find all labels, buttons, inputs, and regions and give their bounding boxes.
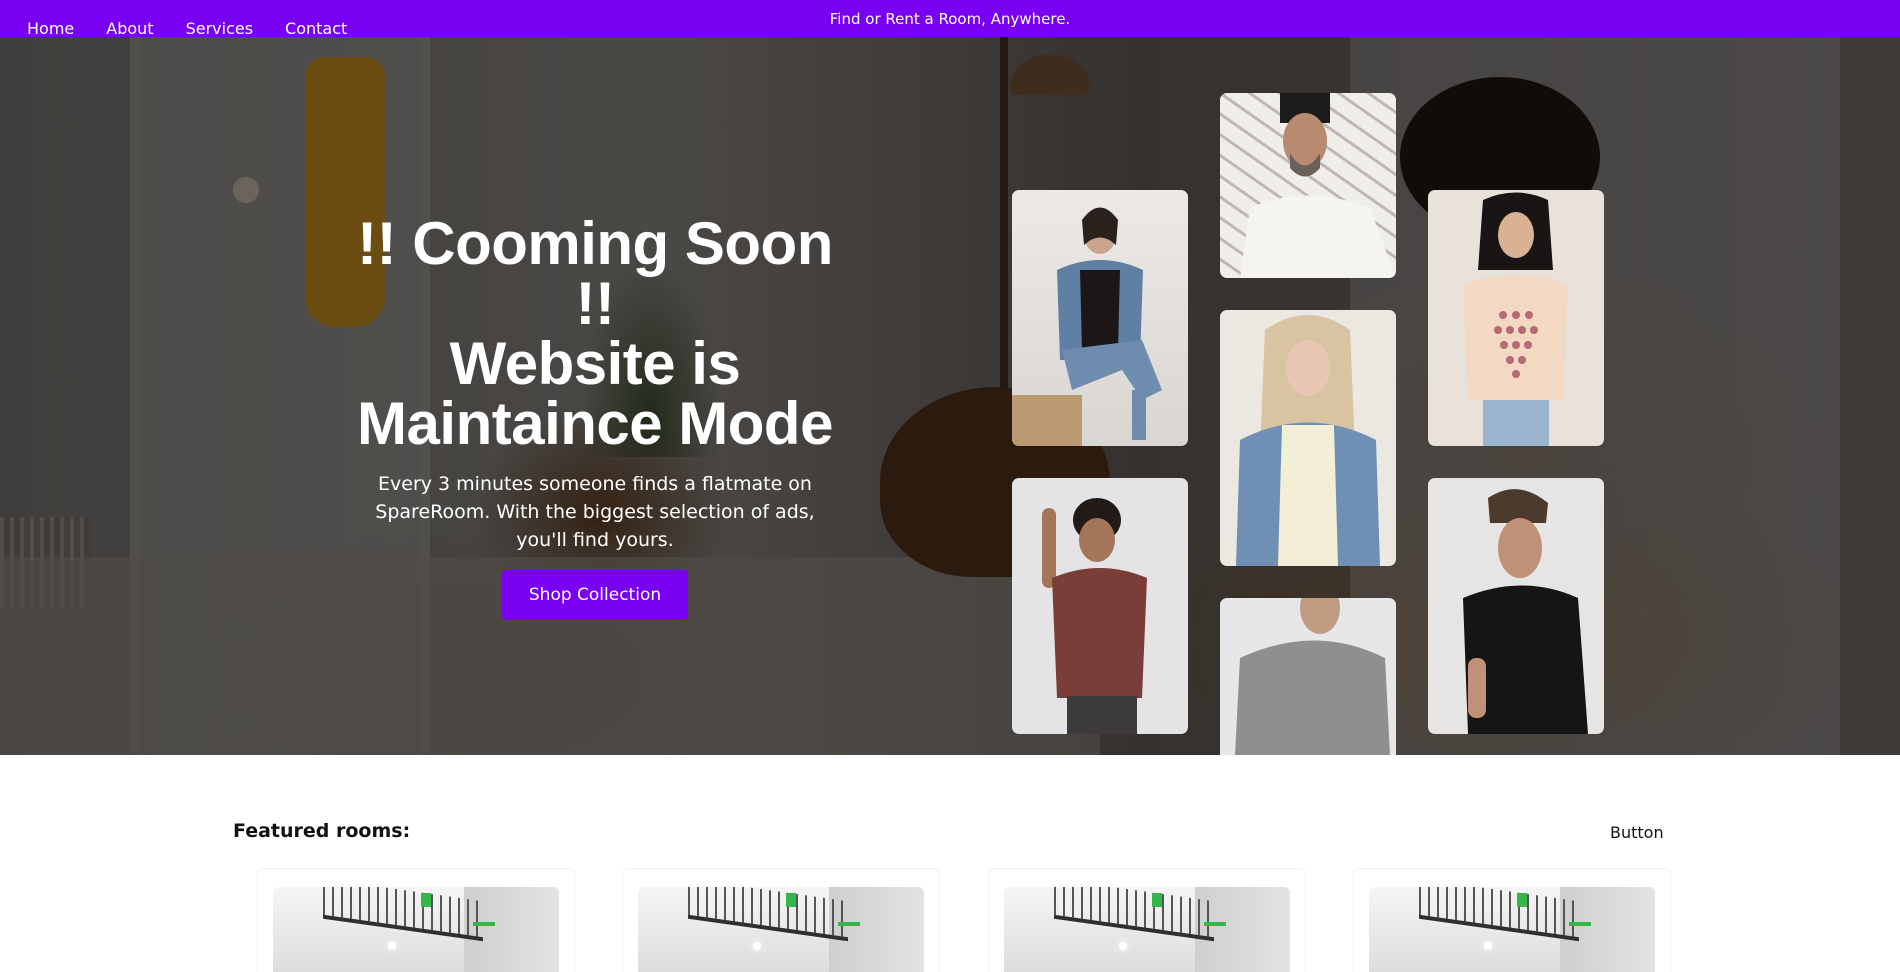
nav-about[interactable]: About bbox=[106, 19, 153, 38]
main-nav: Home About Services Contact bbox=[27, 19, 347, 38]
hero-background-radiator bbox=[0, 517, 90, 607]
gallery-tile-woman-blonde-denim[interactable] bbox=[1220, 310, 1396, 566]
gallery-tile-man-gray-tee[interactable] bbox=[1220, 598, 1396, 755]
hero-background-lamp-shade bbox=[1010, 55, 1090, 95]
gallery-tile-man-maroon-tee[interactable] bbox=[1012, 478, 1188, 734]
room-photo bbox=[1369, 887, 1655, 972]
gallery-tile-woman-denim-jacket[interactable] bbox=[1012, 190, 1188, 446]
hero-subtitle: Every 3 minutes someone finds a flatmate… bbox=[375, 473, 815, 551]
nav-services[interactable]: Services bbox=[186, 19, 253, 38]
hero-content: !! Cooming Soon !! Website is Maintaince… bbox=[330, 214, 860, 620]
room-card[interactable] bbox=[622, 868, 940, 972]
man-black-tee-photo bbox=[1463, 489, 1588, 734]
man-gray-tee-photo bbox=[1235, 598, 1390, 755]
woman-denim-jacket-photo bbox=[1012, 207, 1162, 446]
gallery-tile-man-white-tee[interactable] bbox=[1220, 93, 1396, 278]
woman-graphic-tee-photo bbox=[1463, 192, 1568, 446]
man-maroon-tee-photo bbox=[1042, 498, 1147, 734]
man-white-tee-photo bbox=[1240, 93, 1396, 278]
shop-collection-button[interactable]: Shop Collection bbox=[502, 570, 688, 620]
hero-title-line-1: !! Cooming Soon !! bbox=[357, 210, 833, 337]
hero-title: !! Cooming Soon !! Website is Maintaince… bbox=[330, 214, 860, 454]
hero-title-line-2: Website is bbox=[449, 330, 741, 397]
featured-button[interactable]: Button bbox=[1610, 823, 1664, 842]
nav-contact[interactable]: Contact bbox=[285, 19, 347, 38]
room-photo bbox=[273, 887, 559, 972]
room-card[interactable] bbox=[257, 868, 575, 972]
woman-blonde-denim-photo bbox=[1236, 315, 1380, 566]
hero-section bbox=[0, 37, 1900, 755]
announcement-text: Find or Rent a Room, Anywhere. bbox=[829, 9, 1071, 28]
hero-title-line-3: Maintaince Mode bbox=[357, 390, 833, 457]
featured-rooms-title: Featured rooms: bbox=[233, 820, 411, 842]
nav-home[interactable]: Home bbox=[27, 19, 74, 38]
room-card[interactable] bbox=[988, 868, 1306, 972]
gallery-tile-woman-graphic-tee[interactable] bbox=[1428, 190, 1604, 446]
room-card[interactable] bbox=[1353, 868, 1671, 972]
hero-background-lamp bbox=[1000, 37, 1008, 557]
gallery-tile-man-black-tee[interactable] bbox=[1428, 478, 1604, 734]
room-photo bbox=[638, 887, 924, 972]
room-photo bbox=[1004, 887, 1290, 972]
hero-background-doorknob bbox=[233, 177, 259, 203]
